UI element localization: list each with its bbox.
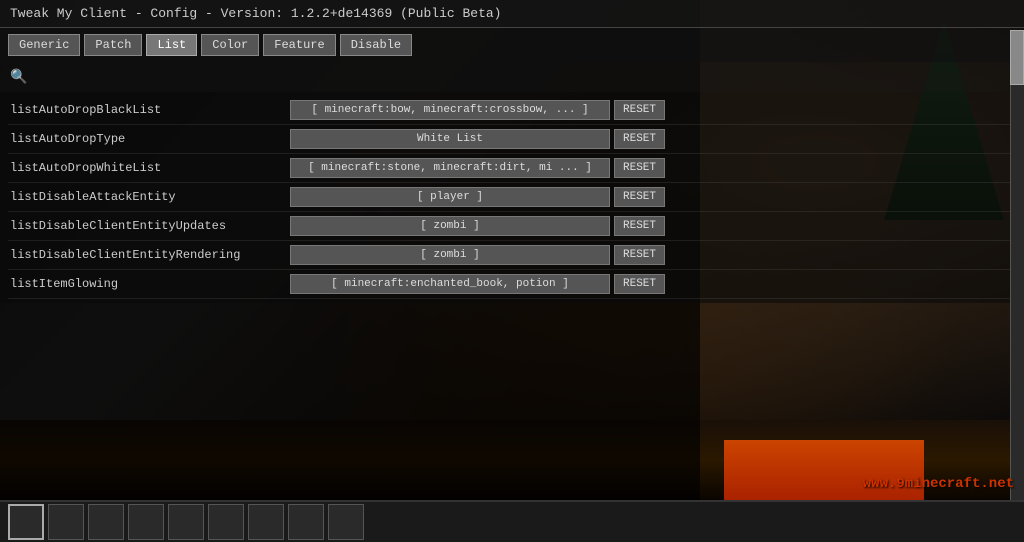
scrollbar-thumb[interactable] [1010, 30, 1024, 85]
tab-feature[interactable]: Feature [263, 34, 335, 56]
taskbar [0, 500, 1024, 542]
config-label-1: listAutoDropType [10, 132, 290, 146]
config-label-0: listAutoDropBlackList [10, 103, 290, 117]
hotbar-slot-1[interactable] [8, 504, 44, 540]
search-icon[interactable]: 🔍 [10, 70, 27, 86]
config-row-listAutoDropType: listAutoDropType White List RESET [8, 125, 1016, 154]
config-row-listDisableAttackEntity: listDisableAttackEntity [ player ] RESET [8, 183, 1016, 212]
tab-bar: Generic Patch List Color Feature Disable [0, 28, 1024, 62]
config-row-listDisableClientEntityUpdates: listDisableClientEntityUpdates [ zombi ]… [8, 212, 1016, 241]
config-value-0[interactable]: [ minecraft:bow, minecraft:crossbow, ...… [290, 100, 610, 120]
hotbar-slot-3[interactable] [88, 504, 124, 540]
reset-btn-4[interactable]: RESET [614, 216, 665, 236]
tab-patch[interactable]: Patch [84, 34, 142, 56]
config-row-listAutoDropWhiteList: listAutoDropWhiteList [ minecraft:stone,… [8, 154, 1016, 183]
title-bar: Tweak My Client - Config - Version: 1.2.… [0, 0, 1024, 28]
reset-btn-5[interactable]: RESET [614, 245, 665, 265]
ui-container: Tweak My Client - Config - Version: 1.2.… [0, 0, 1024, 542]
hotbar-slot-5[interactable] [168, 504, 204, 540]
config-value-5[interactable]: [ zombi ] [290, 245, 610, 265]
watermark: www.9minecraft.net [863, 476, 1014, 492]
reset-btn-0[interactable]: RESET [614, 100, 665, 120]
config-label-2: listAutoDropWhiteList [10, 161, 290, 175]
hotbar-slot-4[interactable] [128, 504, 164, 540]
config-value-1[interactable]: White List [290, 129, 610, 149]
config-row-listDisableClientEntityRendering: listDisableClientEntityRendering [ zombi… [8, 241, 1016, 270]
reset-btn-6[interactable]: RESET [614, 274, 665, 294]
reset-btn-3[interactable]: RESET [614, 187, 665, 207]
tab-color[interactable]: Color [201, 34, 259, 56]
hotbar-slot-7[interactable] [248, 504, 284, 540]
hotbar-slot-2[interactable] [48, 504, 84, 540]
config-value-4[interactable]: [ zombi ] [290, 216, 610, 236]
config-row-listAutoDropBlackList: listAutoDropBlackList [ minecraft:bow, m… [8, 96, 1016, 125]
reset-btn-1[interactable]: RESET [614, 129, 665, 149]
config-row-listItemGlowing: listItemGlowing [ minecraft:enchanted_bo… [8, 270, 1016, 299]
hotbar-slot-6[interactable] [208, 504, 244, 540]
config-list: listAutoDropBlackList [ minecraft:bow, m… [0, 92, 1024, 303]
config-label-5: listDisableClientEntityRendering [10, 248, 290, 262]
config-label-6: listItemGlowing [10, 277, 290, 291]
tab-generic[interactable]: Generic [8, 34, 80, 56]
config-value-3[interactable]: [ player ] [290, 187, 610, 207]
config-value-2[interactable]: [ minecraft:stone, minecraft:dirt, mi ..… [290, 158, 610, 178]
tab-disable[interactable]: Disable [340, 34, 412, 56]
hotbar-slot-8[interactable] [288, 504, 324, 540]
reset-btn-2[interactable]: RESET [614, 158, 665, 178]
tab-list[interactable]: List [146, 34, 197, 56]
hotbar-slot-9[interactable] [328, 504, 364, 540]
config-value-6[interactable]: [ minecraft:enchanted_book, potion ] [290, 274, 610, 294]
search-area: 🔍 [0, 62, 1024, 92]
scrollbar-track[interactable] [1010, 30, 1024, 520]
config-label-4: listDisableClientEntityUpdates [10, 219, 290, 233]
window-title: Tweak My Client - Config - Version: 1.2.… [10, 6, 501, 21]
config-label-3: listDisableAttackEntity [10, 190, 290, 204]
